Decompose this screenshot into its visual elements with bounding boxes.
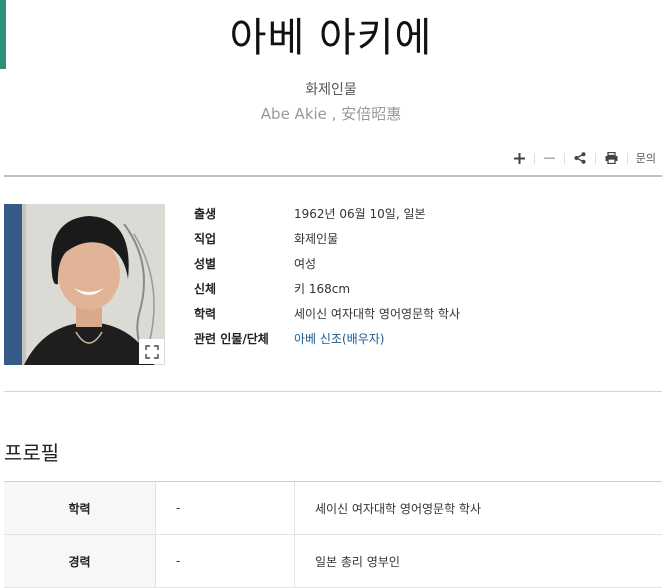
table-row-header: 학력 [4, 482, 156, 534]
page-title: 아베 아키에 [229, 15, 433, 61]
table-row-header: 경력 [4, 535, 156, 587]
name-alias: Abe Akie , 安倍昭惠 [260, 105, 402, 123]
inquiry-link[interactable]: 문의 [628, 148, 656, 168]
info-label: 성별 [194, 257, 217, 271]
share-icon [574, 152, 586, 164]
page-subtitle: 화제인물 [305, 82, 357, 98]
info-label: 신체 [194, 282, 217, 296]
info-value: 세이신 여자대학 영어영문학 학사 [294, 307, 461, 321]
table-cell-period: - [156, 535, 295, 587]
related-person-link[interactable]: 아베 신조(배우자) [294, 330, 384, 347]
profile-table: 학력 - 세이신 여자대학 영어영문학 학사 경력 - 일본 총리 영부인 [4, 481, 662, 588]
info-row-related: 관련 인물/단체 아베 신조(배우자) [194, 326, 460, 351]
info-label: 학력 [194, 307, 217, 321]
table-cell-period: - [156, 482, 295, 534]
print-button[interactable] [596, 148, 627, 168]
info-row-body: 신체 키 168cm [194, 276, 460, 301]
info-value: 화제인물 [294, 232, 339, 246]
print-icon [605, 152, 618, 164]
table-cell-value: 일본 총리 영부인 [315, 554, 400, 569]
info-row-education: 학력 세이신 여자대학 영어영문학 학사 [194, 301, 460, 326]
header-divider [4, 175, 662, 177]
info-row-gender: 성별 여성 [194, 251, 460, 276]
profile-photo [4, 204, 165, 365]
table-row: 경력 - 일본 총리 영부인 [4, 535, 662, 588]
table-row: 학력 - 세이신 여자대학 영어영문학 학사 [4, 482, 662, 535]
section-divider [4, 391, 662, 392]
info-value: 키 168cm [294, 282, 351, 296]
zoom-out-button[interactable] [535, 148, 564, 168]
info-row-occupation: 직업 화제인물 [194, 226, 460, 251]
info-label: 관련 인물/단체 [194, 332, 269, 346]
expand-photo-button[interactable] [139, 339, 164, 364]
info-row-birth: 출생 1962년 06월 10일, 일본 [194, 201, 460, 226]
minus-icon [543, 157, 555, 159]
basic-info: 출생 1962년 06월 10일, 일본 직업 화제인물 성별 여성 신체 키 … [194, 201, 460, 351]
info-value: 여성 [294, 257, 317, 271]
toolbar: 문의 [505, 148, 656, 168]
info-label: 출생 [194, 207, 217, 221]
zoom-in-button[interactable] [505, 148, 534, 168]
info-label: 직업 [194, 232, 217, 246]
info-value: 1962년 06월 10일, 일본 [294, 207, 426, 221]
expand-icon [144, 344, 159, 359]
profile-section-title: 프로필 [4, 441, 60, 465]
plus-icon [513, 152, 525, 164]
table-cell-value: 세이신 여자대학 영어영문학 학사 [315, 501, 482, 516]
share-button[interactable] [565, 148, 595, 168]
